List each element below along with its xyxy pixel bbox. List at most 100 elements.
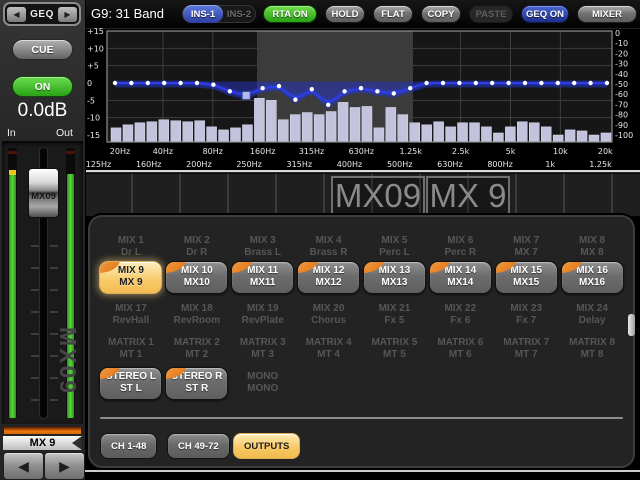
mixer-button[interactable]: MIXER <box>577 5 637 23</box>
rta-bar <box>350 107 360 141</box>
channel-button-stereo-l[interactable]: STEREO LST L <box>99 367 162 400</box>
rta-bar <box>171 121 181 142</box>
rta-bar <box>195 121 205 142</box>
channel-text: MX 9 <box>119 277 142 289</box>
fader-scale-tick <box>50 399 58 401</box>
channel-text: MIX 17 <box>115 303 147 316</box>
channel-label-mix-8: MIX 8MX 8 <box>579 231 605 264</box>
svg-text:10k: 10k <box>553 147 568 156</box>
geq-prev-button[interactable]: ◀ <box>7 7 26 22</box>
svg-text:800Hz: 800Hz <box>487 160 512 169</box>
ins-1-button[interactable]: INS-1 <box>183 5 223 23</box>
tab-ch-49-72[interactable]: CH 49-72 <box>167 433 230 459</box>
channel-text: MT 7 <box>515 349 538 362</box>
copy-button[interactable]: COPY <box>421 5 461 23</box>
svg-text:400Hz: 400Hz <box>337 160 362 169</box>
channel-label-matrix-1: MATRIX 1MT 1 <box>108 333 154 366</box>
svg-text:+15: +15 <box>87 28 104 36</box>
cue-button[interactable]: CUE <box>12 39 73 60</box>
band-dot <box>588 81 592 85</box>
svg-text:-40: -40 <box>615 70 628 79</box>
fader-scale-tick <box>31 399 39 401</box>
channel-text: ST L <box>120 383 142 395</box>
channel-cell: MIX 5Perc L <box>362 230 428 264</box>
channel-button-mix-14[interactable]: MIX 14MX14 <box>429 261 492 294</box>
channel-text: MONO <box>247 371 278 384</box>
channel-button-mix-13[interactable]: MIX 13MX13 <box>363 261 426 294</box>
channel-button-mix-15[interactable]: MIX 15MX15 <box>495 261 558 294</box>
svg-text:630Hz: 630Hz <box>437 160 462 169</box>
channel-text: MT 2 <box>185 349 208 362</box>
channel-text: Dr L <box>121 247 141 260</box>
channel-text: MIX 8 <box>579 235 605 248</box>
channel-button-mix-12[interactable]: MIX 12MX12 <box>297 261 360 294</box>
fader-handle[interactable]: MX09 <box>28 168 59 218</box>
channel-select-panel: MIX 1Dr LMIX 2Dr RMIX 3Brass LMIX 4Brass… <box>88 215 635 468</box>
clip-indicator <box>66 151 75 154</box>
tab-outputs[interactable]: OUTPUTS <box>233 433 300 459</box>
channel-text: Brass R <box>310 247 348 260</box>
svg-text:-80: -80 <box>615 111 628 120</box>
geq-next-button[interactable]: ▶ <box>58 7 77 22</box>
channel-text: MATRIX 8 <box>569 337 615 350</box>
channel-row-4: MATRIX 1MT 1MATRIX 2MT 2MATRIX 3MT 3MATR… <box>98 332 625 366</box>
fader-scale-tick <box>50 311 58 313</box>
channel-cell: MIX 24Delay <box>559 298 625 332</box>
channel-cell: MATRIX 1MT 1 <box>98 332 164 366</box>
channel-label-matrix-6: MATRIX 6MT 6 <box>437 333 483 366</box>
channel-text: RevPlate <box>242 315 284 328</box>
band-dot <box>129 81 133 85</box>
strip-channel-display: MX09 <box>331 176 425 216</box>
geq-screen: G9: 31 Band INS-1 INS-2 RTA ON HOLD FLAT… <box>0 0 640 480</box>
geq-on-button[interactable]: GEQ ON <box>521 5 569 23</box>
band-dot <box>506 81 510 85</box>
channel-text: Fx 7 <box>516 315 536 328</box>
channel-button-mix-9[interactable]: MIX 9MX 9 <box>99 261 162 294</box>
rta-bar <box>254 98 264 141</box>
channel-cell: MATRIX 3MT 3 <box>230 332 296 366</box>
channel-text: MIX 4 <box>316 235 342 248</box>
hold-button[interactable]: HOLD <box>325 5 365 23</box>
channel-button-mix-16[interactable]: MIX 16MX16 <box>561 261 624 294</box>
svg-text:200Hz: 200Hz <box>186 160 211 169</box>
channel-text: RevRoom <box>173 315 220 328</box>
svg-text:160Hz: 160Hz <box>136 160 161 169</box>
channel-button-mix-11[interactable]: MIX 11MX11 <box>231 261 294 294</box>
rta-on-button[interactable]: RTA ON <box>263 5 317 23</box>
flat-button[interactable]: FLAT <box>373 5 413 23</box>
tab-ch-1-48[interactable]: CH 1-48 <box>100 433 157 459</box>
channel-text: Chorus <box>311 315 346 328</box>
geq-nav-selector: ◀ GEQ ▶ <box>3 2 81 26</box>
channel-prev-button[interactable]: ◀ <box>3 452 44 480</box>
channel-cell: MIX 4Brass R <box>296 230 362 264</box>
channel-text: MATRIX 3 <box>240 337 286 350</box>
channel-text: MT 8 <box>581 349 604 362</box>
channel-label-matrix-8: MATRIX 8MT 8 <box>569 333 615 366</box>
channel-row-1: MIX 1Dr LMIX 2Dr RMIX 3Brass LMIX 4Brass… <box>98 230 625 264</box>
svg-text:160Hz: 160Hz <box>250 147 275 156</box>
fader-gain-value: 0.0dB <box>0 100 85 122</box>
channel-cell: MIX 21Fx 5 <box>362 298 428 332</box>
channel-button-mix-10[interactable]: MIX 10MX10 <box>165 261 228 294</box>
selected-band-handle[interactable] <box>242 91 250 99</box>
channel-cell: MIX 20Chorus <box>296 298 362 332</box>
panel-scrollbar[interactable] <box>628 314 635 336</box>
rta-bar <box>278 120 288 142</box>
band-dot <box>293 97 297 101</box>
channel-cell: MONOMONO <box>230 366 296 400</box>
fader-scale-tick <box>31 377 39 379</box>
ins-2-button[interactable]: INS-2 <box>223 9 255 20</box>
on-button[interactable]: ON <box>12 76 73 97</box>
paste-button[interactable]: PASTE <box>469 5 513 23</box>
channel-button-stereo-r[interactable]: STEREO RST R <box>165 367 228 400</box>
channel-cell: MIX 18RevRoom <box>164 298 230 332</box>
channel-text: Perc R <box>444 247 476 260</box>
band-dot <box>113 81 117 85</box>
rta-bar <box>147 122 157 142</box>
channel-next-button[interactable]: ▶ <box>44 452 85 480</box>
channel-text: MIX 15 <box>510 265 542 277</box>
channel-label-mix-23: MIX 23Fx 7 <box>510 299 542 332</box>
svg-text:315Hz: 315Hz <box>287 160 312 169</box>
svg-text:+10: +10 <box>87 44 104 53</box>
channel-text: MATRIX 5 <box>371 337 417 350</box>
